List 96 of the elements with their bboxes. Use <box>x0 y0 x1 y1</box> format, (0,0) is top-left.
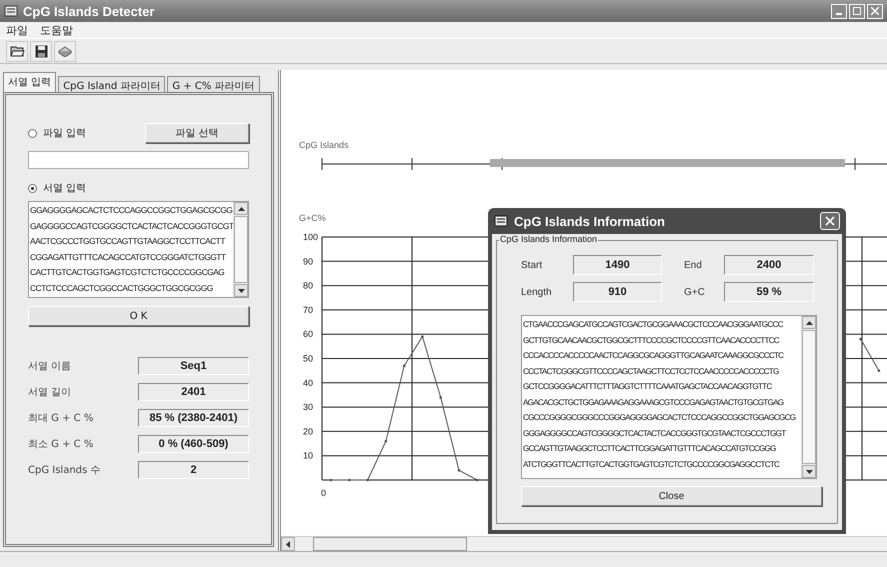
app-icon <box>494 214 508 228</box>
radio-button[interactable] <box>28 128 37 138</box>
sequence-line: CCTCTCCCAGCTCGGCCACTGGGCTGGCGCGGG <box>30 282 214 294</box>
track-label: CpG Islands <box>299 140 349 150</box>
info-label: 최소 G + C % <box>28 438 94 451</box>
data-point <box>878 369 880 372</box>
menu-item[interactable]: 도움말 <box>40 22 73 38</box>
axis-origin-label: 0 <box>321 488 326 498</box>
ok-button[interactable]: O K <box>28 306 249 326</box>
tab[interactable]: G + C% 파라미터 <box>167 76 260 92</box>
data-point <box>330 478 332 482</box>
horizontal-scrollbar[interactable] <box>281 536 887 551</box>
info-value: Seq1 <box>138 357 249 375</box>
maximize-button[interactable] <box>849 4 865 18</box>
scroll-left-icon[interactable] <box>286 540 290 548</box>
sequence-line: GCTCCGGGGACATTTCTTTAGGTCTTTTCAAATGAGCTACCAACAGGTGTTC <box>523 381 773 393</box>
axis-label: G+C% <box>299 213 326 223</box>
sequence-line: CGCCCGGGGCGGGCCCGGGAGGGGAGCACTCTCCCAGGCCGGCTGGAGCGCG <box>523 412 796 424</box>
field-value: 1490 <box>573 255 662 275</box>
field-value: 910 <box>573 282 662 302</box>
maximize-icon <box>853 7 861 15</box>
data-point <box>439 396 442 399</box>
data-point <box>458 468 460 472</box>
tick-label: 20 <box>303 426 314 436</box>
open-folder-icon[interactable] <box>6 40 28 62</box>
file-path-field[interactable] <box>28 151 249 169</box>
field-label: Length <box>521 286 553 298</box>
info-value: 0 % (460-509) <box>138 435 249 453</box>
data-point <box>476 478 478 482</box>
menu-item[interactable]: 파일 <box>6 22 28 38</box>
gc-line <box>860 338 880 372</box>
scroll-up-icon[interactable] <box>806 320 812 324</box>
sequence-line: CGGAGATTGTTTCACAGCCATGTCCGGGATCTGGGTT <box>30 250 227 264</box>
data-point <box>366 478 369 482</box>
sequence-line: GGGAGGGGCCAGTCGGGGCTCACTACTCACCGGGTGCGTAACTCGCCCTGGT <box>523 428 787 440</box>
tick-label: 30 <box>303 402 314 412</box>
sequence-line: GCTTGTGCAACAACGCTGGCGCTTTCCCCGCTCCCCGTTCAACACCCCTTCC <box>523 334 780 346</box>
scroll-down-icon[interactable] <box>806 470 812 474</box>
data-point <box>859 338 862 340</box>
data-point <box>421 335 424 338</box>
field-label: Start <box>521 260 544 270</box>
tick-label: 80 <box>303 280 314 291</box>
sequence-line: GCCAGTTGTAAGGCTCCTTCACTTCGGAGATTGTTTCACAGCCATGTCCGGG <box>523 443 777 455</box>
group-title: CpG Islands Information <box>499 234 598 244</box>
info-value: 2 <box>138 461 249 479</box>
tick-label: 90 <box>303 256 314 266</box>
field-label: G+C <box>683 286 706 298</box>
tab[interactable]: 서열 입력 <box>3 72 56 92</box>
field-value: 59 % <box>724 282 814 302</box>
radio-button[interactable] <box>28 184 37 192</box>
close-button[interactable] <box>867 4 883 18</box>
info-value: 2401 <box>138 383 249 401</box>
radio-label: 파일 입력 <box>43 127 86 140</box>
field-value: 2400 <box>724 255 814 275</box>
sequence-line: CTGAACCCGAGCATGCCAGTCGACTGCGGAAACGCTCCCAACGGGAATGCCC <box>523 319 784 331</box>
data-point <box>402 364 406 368</box>
sequence-line: CCCTACTCGGGCGTTCCCCAGCTAAGCTTCCTCCTCCAACCCCCACCCCCTG <box>523 366 780 378</box>
scroll-down-icon[interactable] <box>238 288 244 292</box>
file-select-button[interactable]: 파일 선택 <box>145 123 249 143</box>
field-label: End <box>683 260 703 270</box>
sequence-line: GAGGGGCCAGTCGGGGCTCACTACTCACCGGGTGCGT <box>30 220 232 232</box>
sequence-line: AGACACGCTGCTGGAGAAAGAGGAAAGCGTCCCGAGAGTAACTGTGCGTGAG <box>523 396 784 408</box>
scrollbar[interactable] <box>801 316 816 478</box>
info-label: CpG Islands 수 <box>28 464 100 477</box>
tab[interactable]: CpG Island 파라미터 <box>58 76 166 92</box>
tick-label: 60 <box>303 329 314 340</box>
scroll-up-icon[interactable] <box>238 206 244 210</box>
tick-label: 100 <box>303 232 318 242</box>
sequence-line: CACTTGTCACTGGTGAGTCGTCTCTGCCCCGGCGAG <box>30 266 226 279</box>
data-point <box>348 478 351 482</box>
save-icon[interactable] <box>30 40 52 62</box>
close-icon <box>825 216 835 226</box>
radio-label: 서열 입력 <box>43 182 86 195</box>
close-button[interactable] <box>820 212 840 230</box>
tick-label: 10 <box>303 450 314 461</box>
sequence-line: GGAGGGGAGCACTCTCCCAGGCCGGCTGGAGCGCGG <box>30 204 232 217</box>
data-point <box>384 440 388 442</box>
tick-label: 40 <box>303 378 314 388</box>
sequence-line: ATCTGGGTTCACTTGTCACTGGTGAGTCGTCTCTGCCCCGGCGAGGCCTCTC <box>523 458 780 470</box>
minimize-button[interactable] <box>831 4 847 18</box>
sequence-line: CCCACCCCACCCCCAACTCCAGGCGCAGGGTTGCAGAATCAAAGGCGCCCTC <box>523 350 785 362</box>
close-dialog-button[interactable]: Close <box>521 486 822 506</box>
dialog-title: CpG Islands Information <box>514 214 666 228</box>
tick-label: 70 <box>303 304 314 315</box>
tick-label: 50 <box>303 354 314 364</box>
info-label: 서열 이름 <box>28 360 72 373</box>
close-icon <box>871 7 879 15</box>
window-title: CpG Islands Detecter <box>23 4 156 18</box>
scrollbar[interactable] <box>233 202 248 297</box>
sequence-field[interactable] <box>28 201 249 298</box>
info-label: 서열 길이 <box>28 386 72 399</box>
info-value: 85 % (2380-2401) <box>138 409 249 427</box>
info-label: 최대 G + C % <box>28 412 94 425</box>
sequence-line: AACTCGCCCTGGTGCCAGTTGTAAGGCTCCTTCACTT <box>30 235 226 248</box>
sequence-field[interactable] <box>521 315 817 479</box>
app-icon <box>4 4 18 18</box>
